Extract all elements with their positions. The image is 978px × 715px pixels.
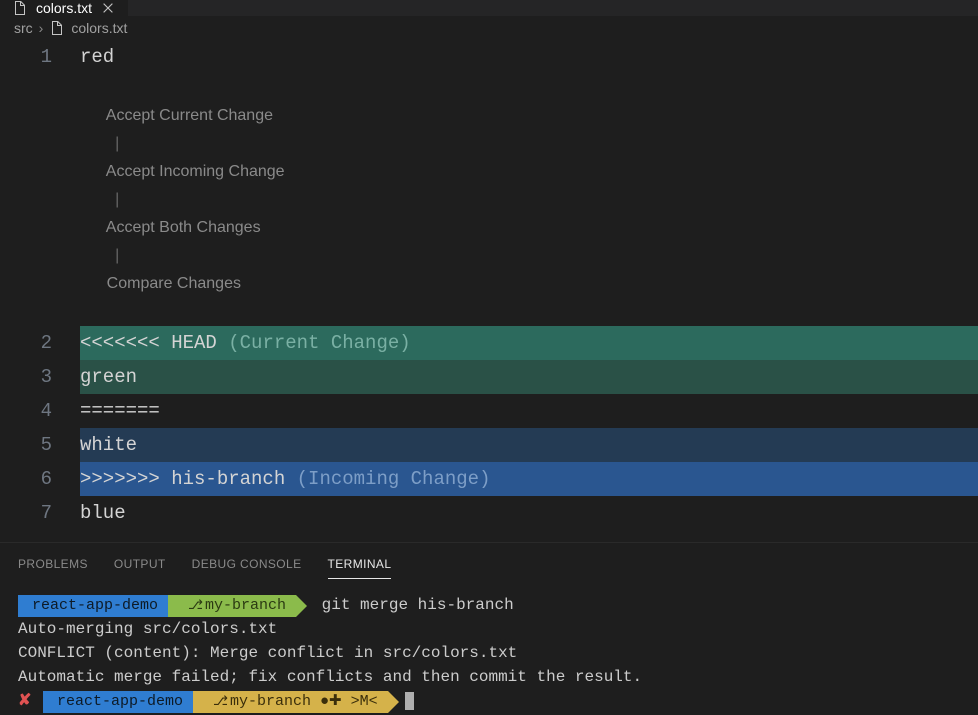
accept-incoming-button[interactable]: Accept Incoming Change [106,163,285,180]
close-icon[interactable] [100,0,116,16]
breadcrumb-file[interactable]: colors.txt [71,20,127,36]
breadcrumb[interactable]: src › colors.txt [0,16,978,40]
terminal-output: Auto-merging src/colors.txt [18,617,960,641]
code-line: 1 red [0,40,978,74]
tab-problems[interactable]: PROBLEMS [18,557,88,579]
terminal-output: CONFLICT (content): Merge conflict in sr… [18,641,960,665]
terminal-cursor [405,692,414,710]
tab-bar: colors.txt [0,0,978,16]
code-content[interactable]: red [80,40,978,74]
line-number: 3 [0,360,80,394]
merge-codelens: Accept Current Change | Accept Incoming … [0,74,978,326]
editor-tab[interactable]: colors.txt [0,0,129,16]
prompt-project-seg: react-app-demo [43,691,193,713]
tab-title: colors.txt [36,0,92,16]
file-icon [12,0,28,16]
file-icon [49,20,65,36]
breadcrumb-folder[interactable]: src [14,20,33,36]
line-number: 4 [0,394,80,428]
line-number: 6 [0,462,80,496]
line-number: 7 [0,496,80,530]
code-line: 5 white [0,428,978,462]
code-line: 7 blue [0,496,978,530]
branch-icon: ⎇ [213,694,228,709]
prompt-branch-seg: ⎇my-branch ●✚ >M< [193,691,388,713]
conflict-head-marker[interactable]: <<<<<<< HEAD (Current Change) [80,326,978,360]
compare-changes-button[interactable]: Compare Changes [107,275,241,292]
tab-terminal[interactable]: TERMINAL [328,557,392,579]
code-content[interactable]: blue [80,496,978,530]
bottom-panel: PROBLEMS OUTPUT DEBUG CONSOLE TERMINAL r… [0,542,978,713]
code-content[interactable]: white [80,428,978,462]
terminal-line: react-app-demo⎇my-branch git merge his-b… [18,593,960,617]
terminal-view[interactable]: react-app-demo⎇my-branch git merge his-b… [0,579,978,713]
code-editor[interactable]: 1 red Accept Current Change | Accept Inc… [0,40,978,542]
code-content[interactable]: green [80,360,978,394]
line-number: 5 [0,428,80,462]
accept-both-button[interactable]: Accept Both Changes [106,219,261,236]
panel-tab-bar: PROBLEMS OUTPUT DEBUG CONSOLE TERMINAL [0,551,978,579]
line-number: 2 [0,326,80,360]
code-line: 3 green [0,360,978,394]
terminal-output: Automatic merge failed; fix conflicts an… [18,665,960,689]
conflict-incoming-marker[interactable]: >>>>>>> his-branch (Incoming Change) [80,462,978,496]
error-icon: ✘ [18,692,31,710]
tab-output[interactable]: OUTPUT [114,557,166,579]
terminal-command: git merge his-branch [322,596,514,614]
prompt-project-seg: react-app-demo [18,595,168,617]
conflict-separator[interactable]: ======= [80,394,978,428]
chevron-right-icon: › [39,20,44,36]
code-line: 2 <<<<<<< HEAD (Current Change) [0,326,978,360]
code-line: 4 ======= [0,394,978,428]
accept-current-button[interactable]: Accept Current Change [106,107,273,124]
prompt-branch-seg: ⎇my-branch [168,595,296,617]
terminal-line: ✘ react-app-demo⎇my-branch ●✚ >M< [18,689,960,713]
code-line: 6 >>>>>>> his-branch (Incoming Change) [0,462,978,496]
branch-icon: ⎇ [188,598,203,613]
line-number: 1 [0,40,80,74]
tab-debug-console[interactable]: DEBUG CONSOLE [192,557,302,579]
